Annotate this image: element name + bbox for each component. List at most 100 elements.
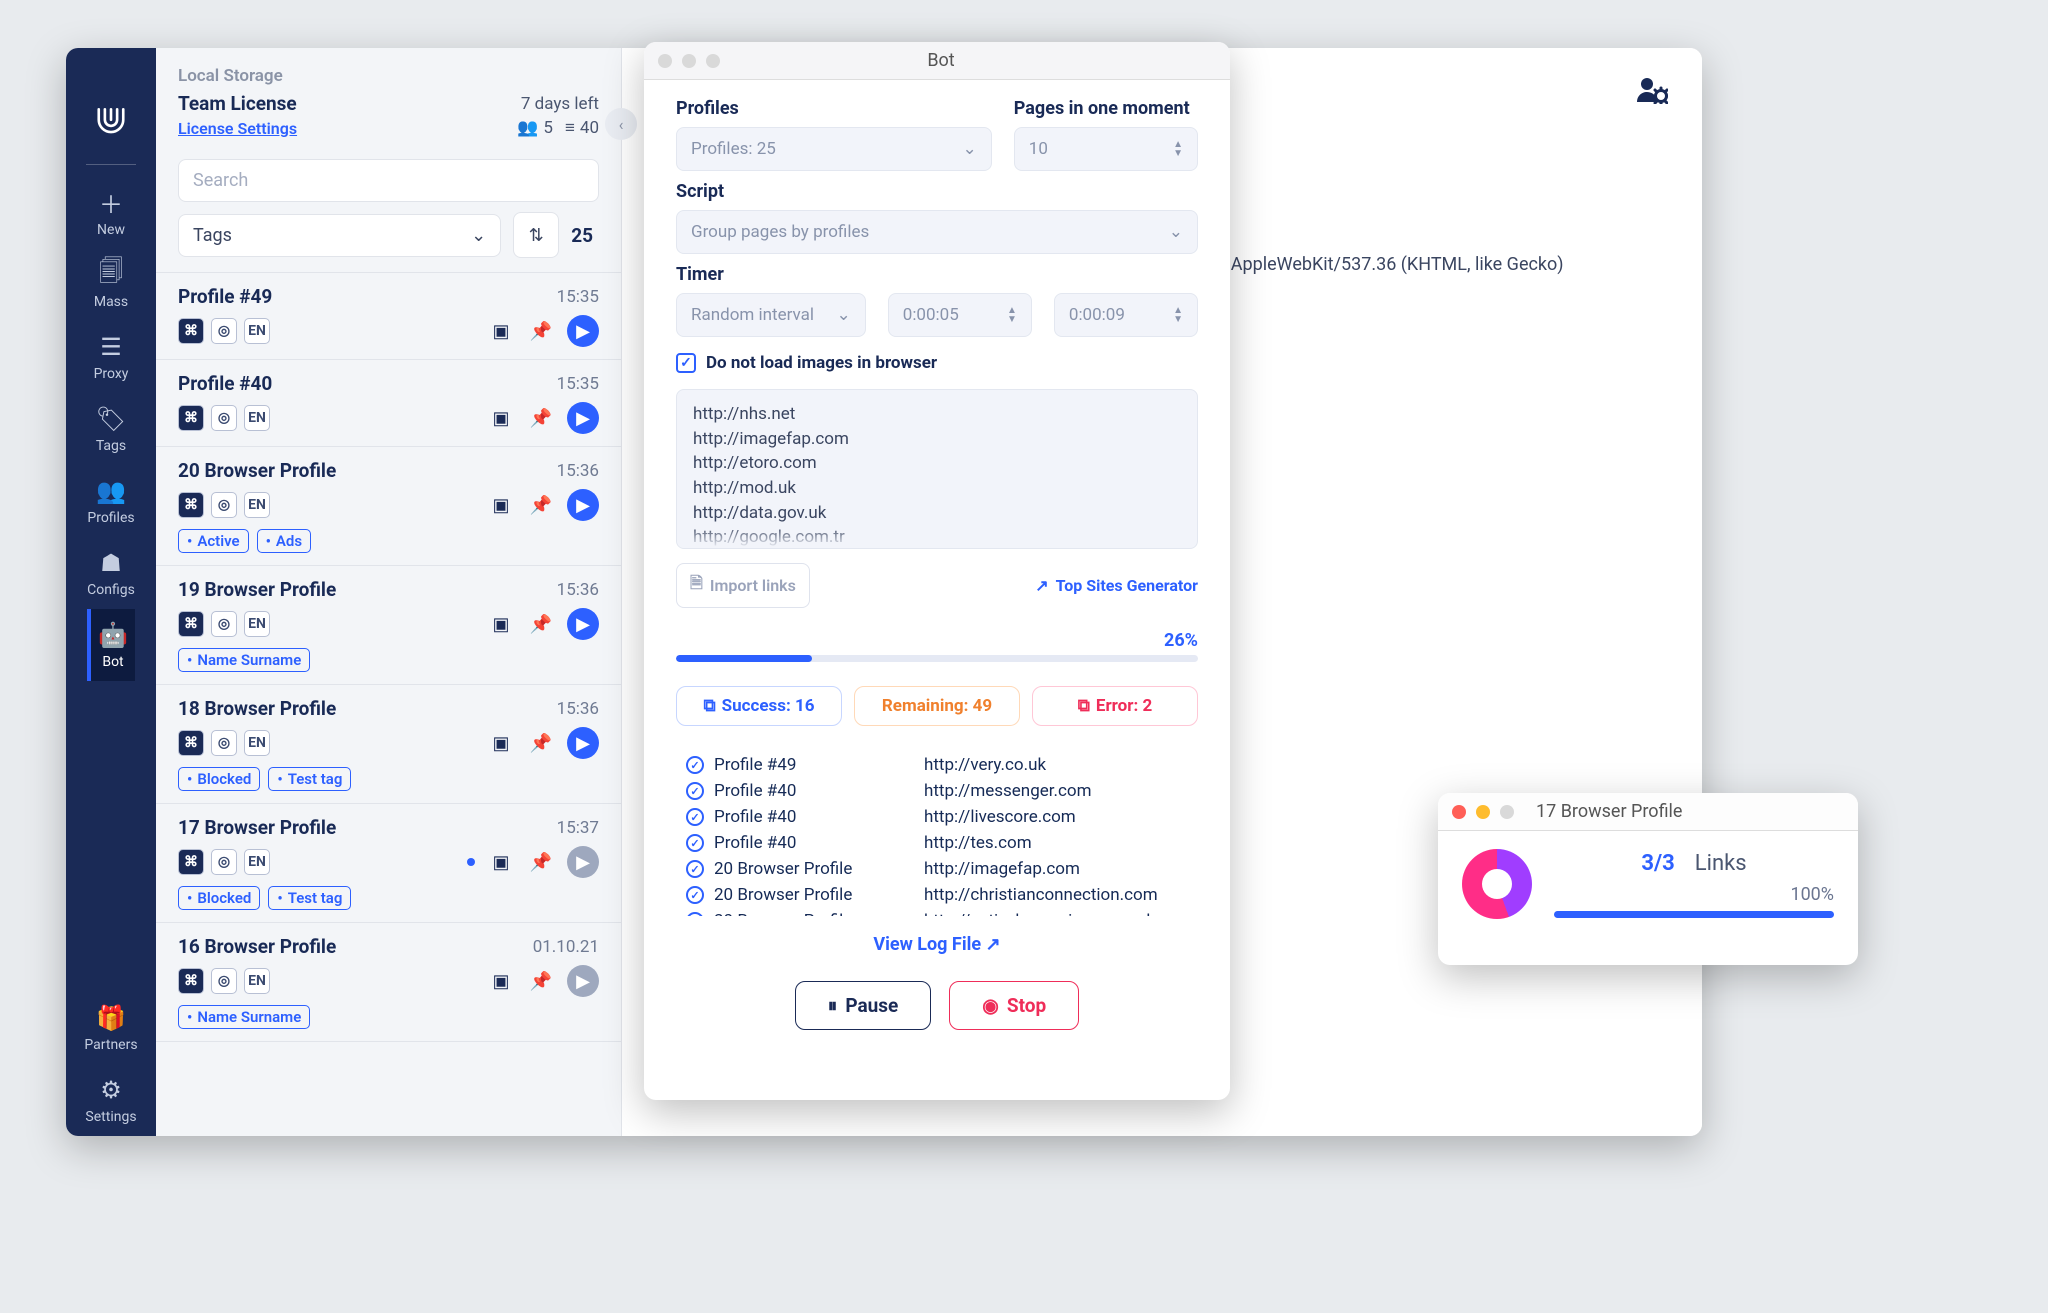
profile-tag[interactable]: Test tag — [268, 886, 351, 910]
timer-mode-select[interactable]: Random interval⌄ — [676, 293, 866, 337]
pin-icon[interactable]: 📌 — [527, 967, 555, 995]
chevron-down-icon: ⌄ — [963, 139, 977, 159]
bot-window: Bot Profiles Profiles: 25⌄ Pages in one … — [644, 42, 1230, 1100]
profiles-select[interactable]: Profiles: 25⌄ — [676, 127, 992, 171]
minimize-icon[interactable] — [682, 54, 696, 68]
profile-name: 19 Browser Profile — [178, 578, 336, 601]
maximize-icon[interactable] — [1500, 805, 1514, 819]
pages-label: Pages in one moment — [1014, 98, 1198, 119]
search-input[interactable]: Search — [178, 159, 599, 202]
log-line: ✓Profile #49http://very.co.uk — [680, 752, 1194, 778]
profile-tag[interactable]: Name Surname — [178, 648, 310, 672]
tags-filter-select[interactable]: Tags ⌄ — [178, 214, 501, 257]
sidebar-item-bot[interactable]: 🤖Bot — [87, 609, 135, 681]
profile-item[interactable]: Profile #4015:35 ⌘ ◎ EN ▣ 📌 ▶ — [156, 360, 621, 447]
log-line: ✓Profile #40http://tes.com — [680, 830, 1194, 856]
pin-icon[interactable]: 📌 — [527, 610, 555, 638]
archive-icon[interactable]: ▣ — [487, 491, 515, 519]
timer-label: Timer — [676, 264, 1198, 285]
profile-settings-icon[interactable] — [1636, 74, 1668, 112]
stop-button[interactable]: ◉Stop — [949, 981, 1079, 1030]
sidebar-item-proxy[interactable]: ☰Proxy — [87, 321, 135, 393]
language-badge: EN — [244, 318, 270, 344]
maximize-icon[interactable] — [706, 54, 720, 68]
profile-name: 17 Browser Profile — [178, 816, 336, 839]
chrome-icon: ◎ — [211, 318, 237, 344]
pages-stepper[interactable]: 10▲▼ — [1014, 127, 1198, 171]
sidebar-item-profiles[interactable]: 👥Profiles — [87, 465, 135, 537]
proxy-icon: ☰ — [97, 333, 125, 361]
play-button[interactable]: ▶ — [567, 965, 599, 997]
sort-button[interactable]: ⇅ — [513, 212, 559, 258]
bot-icon: 🤖 — [99, 621, 127, 649]
pin-icon[interactable]: 📌 — [527, 404, 555, 432]
profile-tag[interactable]: Test tag — [268, 767, 351, 791]
archive-icon[interactable]: ▣ — [487, 848, 515, 876]
play-button[interactable]: ▶ — [567, 402, 599, 434]
timer-from-stepper[interactable]: 0:00:05▲▼ — [888, 293, 1032, 337]
pause-button[interactable]: ⏸Pause — [795, 981, 932, 1030]
timer-to-stepper[interactable]: 0:00:09▲▼ — [1054, 293, 1198, 337]
play-button[interactable]: ▶ — [567, 846, 599, 878]
profile-list-panel: ‹ Local Storage Team License 7 days left… — [156, 48, 622, 1136]
collapse-panel-button[interactable]: ‹ — [605, 108, 637, 140]
profile-name: Profile #49 — [178, 285, 272, 308]
profile-tag[interactable]: Name Surname — [178, 1005, 310, 1029]
archive-icon[interactable]: ▣ — [487, 729, 515, 757]
finder-icon: ⌘ — [178, 968, 204, 994]
top-sites-link[interactable]: ↗Top Sites Generator — [1035, 576, 1198, 595]
license-settings-link[interactable]: License Settings — [178, 119, 297, 138]
profile-item[interactable]: 17 Browser Profile15:37 ⌘ ◎ EN ▣ 📌 ▶ Blo… — [156, 804, 621, 923]
profile-item[interactable]: 16 Browser Profile01.10.21 ⌘ ◎ EN ▣ 📌 ▶ … — [156, 923, 621, 1042]
pin-icon[interactable]: 📌 — [527, 317, 555, 345]
partners-icon: 🎁 — [97, 1004, 125, 1032]
close-icon[interactable] — [658, 54, 672, 68]
sidebar-item-new[interactable]: ＋New — [87, 177, 135, 249]
storage-label: Local Storage — [178, 66, 599, 86]
log-line: ✓Profile #40http://livescore.com — [680, 804, 1194, 830]
archive-icon[interactable]: ▣ — [487, 967, 515, 995]
sidebar-item-settings[interactable]: ⚙Settings — [84, 1064, 137, 1136]
finder-icon: ⌘ — [178, 611, 204, 637]
license-name: Team License — [178, 92, 297, 115]
finder-icon: ⌘ — [178, 492, 204, 518]
play-button[interactable]: ▶ — [567, 608, 599, 640]
profile-tag[interactable]: Blocked — [178, 767, 260, 791]
sidebar-item-mass[interactable]: 🗐Mass — [87, 249, 135, 321]
profile-tag[interactable]: Blocked — [178, 886, 260, 910]
profile-tag[interactable]: Ads — [257, 529, 312, 553]
profile-item[interactable]: 18 Browser Profile15:36 ⌘ ◎ EN ▣ 📌 ▶ Blo… — [156, 685, 621, 804]
profile-item[interactable]: 20 Browser Profile15:36 ⌘ ◎ EN ▣ 📌 ▶ Act… — [156, 447, 621, 566]
sidebar-item-tags[interactable]: 🏷Tags — [87, 393, 135, 465]
profile-item[interactable]: 19 Browser Profile15:36 ⌘ ◎ EN ▣ 📌 ▶ Nam… — [156, 566, 621, 685]
play-button[interactable]: ▶ — [567, 315, 599, 347]
profile-tag[interactable]: Active — [178, 529, 249, 553]
url-list-textarea[interactable]: http://nhs.nethttp://imagefap.comhttp://… — [676, 389, 1198, 549]
check-icon: ✓ — [686, 808, 704, 826]
view-log-link[interactable]: View Log File ↗ — [676, 934, 1198, 955]
sidebar-item-partners[interactable]: 🎁Partners — [84, 992, 137, 1064]
finder-icon: ⌘ — [178, 730, 204, 756]
pause-icon: ⏸ — [828, 994, 838, 1017]
no-images-checkbox[interactable]: ✓ — [676, 353, 696, 373]
progress-percent: 26% — [676, 630, 1198, 651]
archive-icon[interactable]: ▣ — [487, 317, 515, 345]
close-icon[interactable] — [1452, 805, 1466, 819]
configs-icon: ☗ — [97, 549, 125, 577]
minimize-icon[interactable] — [1476, 805, 1490, 819]
script-select[interactable]: Group pages by profiles⌄ — [676, 210, 1198, 254]
archive-icon[interactable]: ▣ — [487, 610, 515, 638]
check-icon: ✓ — [686, 756, 704, 774]
import-links-button[interactable]: 🗎Import links — [676, 563, 810, 608]
archive-icon[interactable]: ▣ — [487, 404, 515, 432]
pin-icon[interactable]: 📌 — [527, 729, 555, 757]
play-button[interactable]: ▶ — [567, 489, 599, 521]
pin-icon[interactable]: 📌 — [527, 491, 555, 519]
status-dot-icon — [467, 858, 475, 866]
play-button[interactable]: ▶ — [567, 727, 599, 759]
profile-item[interactable]: Profile #4915:35 ⌘ ◎ EN ▣ 📌 ▶ — [156, 273, 621, 360]
sidebar-item-configs[interactable]: ☗Configs — [87, 537, 135, 609]
pin-icon[interactable]: 📌 — [527, 848, 555, 876]
license-days-left: 7 days left — [521, 94, 599, 114]
profile-time: 15:36 — [557, 580, 599, 600]
